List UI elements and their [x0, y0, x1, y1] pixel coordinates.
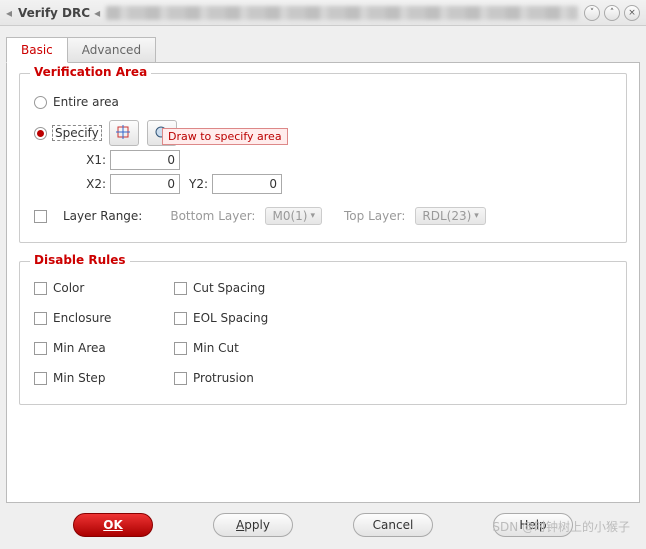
- row-x2-y2: X2: 0 Y2: 0: [84, 174, 612, 194]
- label-specify: Specify: [53, 126, 101, 140]
- check-rule[interactable]: [174, 342, 187, 355]
- check-rule[interactable]: [34, 372, 47, 385]
- cancel-button[interactable]: Cancel: [353, 513, 433, 537]
- close-button[interactable]: ×: [624, 5, 640, 21]
- row-specify[interactable]: Specify: [34, 120, 612, 146]
- check-rule[interactable]: [174, 282, 187, 295]
- title-sep: ◂: [94, 6, 100, 20]
- dropdown-top-layer[interactable]: RDL(23)▾: [415, 207, 485, 225]
- group-disable-rules: Disable Rules Color Cut Spacing Enclosur…: [19, 261, 627, 405]
- check-layer-range[interactable]: [34, 210, 47, 223]
- rule-protrusion[interactable]: Protrusion: [174, 366, 334, 390]
- input-x2[interactable]: 0: [110, 174, 180, 194]
- label-bottom-layer: Bottom Layer:: [170, 209, 255, 223]
- draw-area-icon: [116, 125, 132, 141]
- input-x1[interactable]: 0: [110, 150, 180, 170]
- tooltip-draw-area: Draw to specify area: [162, 128, 288, 145]
- chevron-down-icon: ▾: [474, 211, 479, 221]
- row-layer-range: Layer Range: Bottom Layer: M0(1)▾ Top La…: [34, 204, 612, 228]
- client-area: Basic Advanced Verification Area Entire …: [0, 26, 646, 549]
- minimize-button[interactable]: ˅: [584, 5, 600, 21]
- tab-basic[interactable]: Basic: [6, 37, 68, 63]
- tab-panel-basic: Verification Area Entire area Specify Dr…: [6, 62, 640, 503]
- title-bar: ◂ Verify DRC ◂ ˅ ˄ ×: [0, 0, 646, 26]
- label-x2: X2:: [84, 177, 106, 191]
- apply-button[interactable]: Apply: [213, 513, 293, 537]
- rules-grid: Color Cut Spacing Enclosure EOL Spacing …: [34, 276, 612, 390]
- dialog-buttons: OK Apply Cancel Help: [6, 503, 640, 543]
- check-rule[interactable]: [174, 372, 187, 385]
- rule-enclosure[interactable]: Enclosure: [34, 306, 174, 330]
- label-layer-range: Layer Range:: [63, 209, 142, 223]
- group-title-verification: Verification Area: [30, 65, 151, 79]
- check-rule[interactable]: [34, 342, 47, 355]
- chevron-down-icon: ▾: [310, 211, 315, 221]
- tab-advanced[interactable]: Advanced: [67, 37, 156, 63]
- maximize-button[interactable]: ˄: [604, 5, 620, 21]
- rule-min-area[interactable]: Min Area: [34, 336, 174, 360]
- check-rule[interactable]: [34, 312, 47, 325]
- row-x1: X1: 0: [84, 150, 612, 170]
- help-button[interactable]: Help: [493, 513, 573, 537]
- draw-area-button[interactable]: [109, 120, 139, 146]
- group-verification-area: Verification Area Entire area Specify Dr…: [19, 73, 627, 243]
- rule-min-cut[interactable]: Min Cut: [174, 336, 334, 360]
- check-rule[interactable]: [34, 282, 47, 295]
- app-menu-icon[interactable]: ◂: [6, 6, 12, 20]
- row-entire-area[interactable]: Entire area: [34, 90, 612, 114]
- rule-eol-spacing[interactable]: EOL Spacing: [174, 306, 334, 330]
- rule-min-step[interactable]: Min Step: [34, 366, 174, 390]
- rule-cut-spacing[interactable]: Cut Spacing: [174, 276, 334, 300]
- check-rule[interactable]: [174, 312, 187, 325]
- label-y2: Y2:: [186, 177, 208, 191]
- dropdown-bottom-layer[interactable]: M0(1)▾: [265, 207, 322, 225]
- radio-entire-area[interactable]: [34, 96, 47, 109]
- rule-color[interactable]: Color: [34, 276, 174, 300]
- label-x1: X1:: [84, 153, 106, 167]
- label-top-layer: Top Layer:: [344, 209, 405, 223]
- radio-specify[interactable]: [34, 127, 47, 140]
- title-path-blurred: [106, 6, 578, 20]
- group-title-rules: Disable Rules: [30, 253, 130, 267]
- label-entire-area: Entire area: [53, 95, 119, 109]
- input-y2[interactable]: 0: [212, 174, 282, 194]
- window-title: Verify DRC: [18, 6, 90, 20]
- ok-button[interactable]: OK: [73, 513, 153, 537]
- tab-strip: Basic Advanced: [6, 36, 640, 62]
